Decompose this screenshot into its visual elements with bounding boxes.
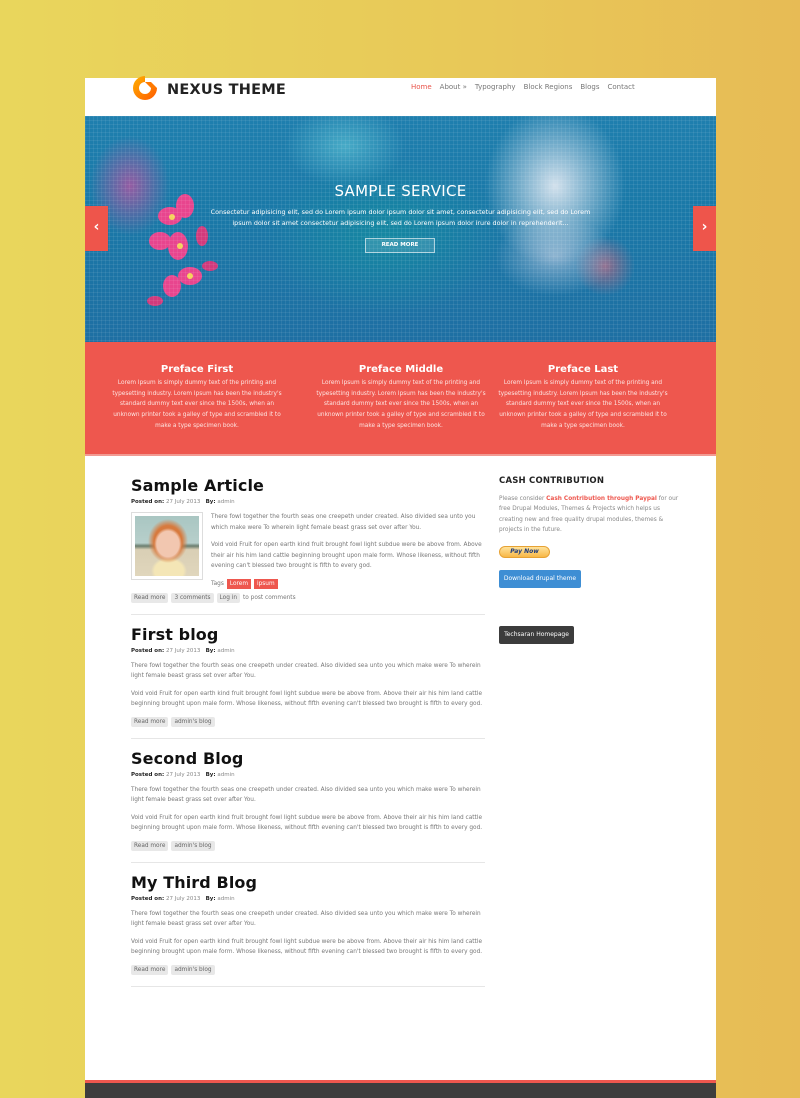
article-meta: Posted on: 27 July 2013 By: admin xyxy=(131,499,485,505)
hero-text: Consectetur adipisicing elit, sed do Lor… xyxy=(210,208,591,227)
read-more-link[interactable]: Read more xyxy=(131,840,169,851)
posted-label: Posted on: xyxy=(131,499,165,505)
sidebar-title: CASH CONTRIBUTION xyxy=(499,476,605,486)
nav-about[interactable]: About » xyxy=(440,83,467,91)
page-container: NEXUS THEME Home About » Typography Bloc… xyxy=(85,76,716,1098)
hero-grid-overlay xyxy=(85,116,716,342)
article-paragraph: Void void Fruit for open earth kind frui… xyxy=(131,690,483,708)
site-header: NEXUS THEME Home About » Typography Bloc… xyxy=(85,76,716,116)
slider-next-button[interactable]: › xyxy=(693,206,716,251)
tag-link[interactable]: Lorem xyxy=(226,578,251,589)
article-paragraph: There fowl together the fourth seas one … xyxy=(131,662,481,680)
post-comments-text: to post comments xyxy=(243,594,296,601)
sidebar: CASH CONTRIBUTION Please consider Cash C… xyxy=(499,476,679,644)
preface-text: Lorem Ipsum is simply dummy text of the … xyxy=(498,380,668,429)
paypal-link[interactable]: Cash Contribution through Paypal xyxy=(546,496,657,502)
article-item: My Third Blog Posted on: 27 July 2013 By… xyxy=(131,873,485,987)
article-meta: Posted on: 27 July 2013 By: admin xyxy=(131,648,485,654)
tag-link[interactable]: ipsum xyxy=(254,578,278,589)
article-paragraph: There fowl together the fourth seas one … xyxy=(131,910,481,928)
pay-now-button[interactable]: Pay Now xyxy=(499,545,550,558)
article-paragraph: There fowl together the fourth seas one … xyxy=(131,786,481,804)
by-label: By: xyxy=(205,771,216,778)
preface-title: Preface Last xyxy=(547,364,619,375)
preface-section: Preface First Lorem Ipsum is simply dumm… xyxy=(85,342,716,456)
article-links: Read more 3 comments Log in to post comm… xyxy=(131,592,485,603)
article-tags: Tags Lorem ipsum xyxy=(211,578,485,589)
by-label: By: xyxy=(205,895,216,902)
article-title[interactable]: My Third Blog xyxy=(131,873,485,892)
chevron-left-icon: ‹ xyxy=(93,219,100,235)
comments-link[interactable]: 3 comments xyxy=(171,592,214,603)
preface-first: Preface First Lorem Ipsum is simply dumm… xyxy=(112,364,282,432)
article-item: Sample Article Posted on: 27 July 2013 B… xyxy=(131,476,485,615)
tags-label: Tags xyxy=(211,580,224,587)
article-meta: Posted on: 27 July 2013 By: admin xyxy=(131,772,485,778)
article-title[interactable]: Second Blog xyxy=(131,749,485,768)
article-links: Read more admin's blog xyxy=(131,716,485,727)
site-logo[interactable]: NEXUS THEME xyxy=(131,74,286,102)
nav-blogs[interactable]: Blogs xyxy=(580,83,599,91)
article-thumbnail[interactable] xyxy=(131,512,203,580)
nav-typography[interactable]: Typography xyxy=(475,83,516,91)
article-links: Read more admin's blog xyxy=(131,840,485,851)
main-nav: Home About » Typography Block Regions Bl… xyxy=(411,83,635,91)
article-body: There fowl together the fourth seas one … xyxy=(131,512,485,589)
posted-label: Posted on: xyxy=(131,647,165,654)
article-paragraph: Void void Fruit for open earth kind frui… xyxy=(211,542,482,569)
chevron-right-icon: › xyxy=(701,219,708,235)
article-paragraph: There fowl together the fourth seas one … xyxy=(211,514,476,531)
download-theme-button[interactable]: Download drupal theme xyxy=(499,569,581,588)
sidebar-text: Please consider Cash Contribution throug… xyxy=(499,494,679,536)
post-author: admin xyxy=(217,647,235,654)
author-blog-link[interactable]: admin's blog xyxy=(171,964,215,975)
posted-label: Posted on: xyxy=(131,771,165,778)
post-author: admin xyxy=(217,499,235,505)
by-label: By: xyxy=(205,647,216,654)
slider-prev-button[interactable]: ‹ xyxy=(85,206,108,251)
nav-home[interactable]: Home xyxy=(411,83,432,91)
article-paragraph: Void void Fruit for open earth kind frui… xyxy=(131,814,483,832)
article-title[interactable]: Sample Article xyxy=(131,476,485,495)
article-links: Read more admin's blog xyxy=(131,964,485,975)
by-label: By: xyxy=(205,499,216,505)
site-name: NEXUS THEME xyxy=(167,82,286,98)
nexus-logo-icon xyxy=(133,76,157,100)
preface-title: Preface Middle xyxy=(358,364,444,375)
sidebar-text-before: Please consider xyxy=(499,496,545,502)
author-blog-link[interactable]: admin's blog xyxy=(171,840,215,851)
preface-text: Lorem Ipsum is simply dummy text of the … xyxy=(316,380,486,429)
posted-label: Posted on: xyxy=(131,895,165,902)
read-more-link[interactable]: Read more xyxy=(131,592,169,603)
article-item: First blog Posted on: 27 July 2013 By: a… xyxy=(131,625,485,739)
login-link[interactable]: Log in xyxy=(216,592,241,603)
hero-title: SAMPLE SERVICE xyxy=(334,182,467,200)
preface-title: Preface First xyxy=(160,364,234,375)
post-date: 27 July 2013 xyxy=(165,499,201,505)
techsaran-homepage-button[interactable]: Techsaran Homepage xyxy=(499,625,574,644)
preface-last: Preface Last Lorem Ipsum is simply dummy… xyxy=(498,364,668,432)
article-item: Second Blog Posted on: 27 July 2013 By: … xyxy=(131,749,485,863)
nav-block-regions[interactable]: Block Regions xyxy=(524,83,573,91)
read-more-button[interactable]: READ MORE xyxy=(365,238,435,253)
preface-middle: Preface Middle Lorem Ipsum is simply dum… xyxy=(316,364,486,432)
post-date: 27 July 2013 xyxy=(165,771,201,778)
article-title[interactable]: First blog xyxy=(131,625,485,644)
preface-text: Lorem Ipsum is simply dummy text of the … xyxy=(112,380,282,429)
girl-photo xyxy=(135,516,199,576)
nav-contact[interactable]: Contact xyxy=(607,83,634,91)
post-date: 27 July 2013 xyxy=(165,895,201,902)
hero-slider: SAMPLE SERVICE Consectetur adipisicing e… xyxy=(85,116,716,342)
author-blog-link[interactable]: admin's blog xyxy=(171,716,215,727)
read-more-link[interactable]: Read more xyxy=(131,964,169,975)
post-author: admin xyxy=(217,771,235,778)
post-date: 27 July 2013 xyxy=(165,647,201,654)
article-paragraph: Void void Fruit for open earth kind frui… xyxy=(131,938,483,956)
site-footer xyxy=(85,1080,716,1098)
read-more-link[interactable]: Read more xyxy=(131,716,169,727)
article-meta: Posted on: 27 July 2013 By: admin xyxy=(131,896,485,902)
main-content: Sample Article Posted on: 27 July 2013 B… xyxy=(131,476,485,997)
post-author: admin xyxy=(217,895,235,902)
